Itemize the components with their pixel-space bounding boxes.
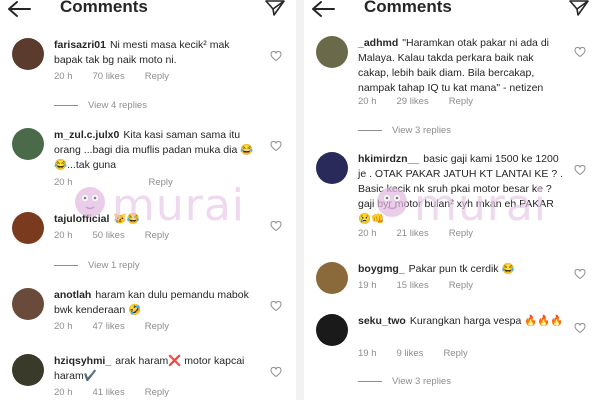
comment-body: hkimirdzn__ basic gaji kami 1500 ke 1200 … xyxy=(358,152,563,227)
comment-username[interactable]: m_zul.c.julx0 xyxy=(54,129,119,141)
avatar[interactable] xyxy=(12,354,44,386)
comments-header: Comments xyxy=(304,0,600,22)
comment-body: m_zul.c.julx0 Kita kasi saman sama itu or… xyxy=(54,128,259,173)
comment-likes[interactable]: 41 likes xyxy=(93,387,125,398)
comment-text: 😿😂 xyxy=(113,213,140,225)
panel-divider xyxy=(296,0,304,400)
comment-body: _adhmd "Haramkan otak pakar ni ada di Mal… xyxy=(358,36,563,96)
comment-likes[interactable]: 9 likes xyxy=(397,348,424,359)
comment-time: 19 h xyxy=(358,280,377,291)
heart-icon[interactable] xyxy=(270,50,282,62)
reply-button[interactable]: Reply xyxy=(449,228,473,239)
comments-panel-left: Comments farisazri01 Ni mesti masa kecik²… xyxy=(0,0,296,400)
comment-time: 20 h xyxy=(358,228,377,239)
view-replies-button[interactable]: View 4 replies xyxy=(54,100,147,111)
heart-icon[interactable] xyxy=(574,46,586,58)
comment-username[interactable]: boygmg_ xyxy=(358,263,405,275)
heart-icon[interactable] xyxy=(574,164,586,176)
comment-likes[interactable]: 47 likes xyxy=(93,321,125,332)
comment-username[interactable]: tajulofficial xyxy=(54,213,109,225)
comment-meta: 20 h Reply xyxy=(54,177,193,188)
send-icon[interactable] xyxy=(264,0,286,17)
comment-text: Pakar pun tk cerdik 😂 xyxy=(408,263,515,275)
comments-panel-right: Comments _adhmd "Haramkan otak pakar ni a… xyxy=(304,0,600,400)
reply-button[interactable]: Reply xyxy=(145,230,169,241)
reply-button[interactable]: Reply xyxy=(145,71,169,82)
comment-meta: 20 h 21 likes Reply xyxy=(358,228,493,239)
comment-username[interactable]: hziqsyhmi_ xyxy=(54,355,111,367)
comment-likes[interactable]: 70 likes xyxy=(93,71,125,82)
comment-body: hziqsyhmi_ arak haram❌ motor kapcai haram… xyxy=(54,354,259,384)
comment-body: tajulofficial 😿😂 xyxy=(54,212,259,227)
comment-likes[interactable]: 21 likes xyxy=(397,228,429,239)
avatar[interactable] xyxy=(316,262,348,294)
comment-username[interactable]: _adhmd xyxy=(358,37,398,49)
comment-username[interactable]: hkimirdzn__ xyxy=(358,153,419,165)
comment-meta: 19 h 9 likes Reply xyxy=(358,348,488,359)
comment-meta: 20 h 50 likes Reply xyxy=(54,230,189,241)
back-arrow-icon[interactable] xyxy=(6,0,32,18)
comment-time: 20 h xyxy=(54,177,73,188)
avatar[interactable] xyxy=(12,38,44,70)
page-title: Comments xyxy=(60,0,148,16)
reply-button[interactable]: Reply xyxy=(449,280,473,291)
comment-time: 20 h xyxy=(54,321,73,332)
view-replies-button[interactable]: View 3 replies xyxy=(358,125,451,136)
avatar[interactable] xyxy=(316,36,348,68)
avatar[interactable] xyxy=(316,152,348,184)
comment-body: seku_two Kurangkan harga vespa 🔥🔥🔥 xyxy=(358,314,573,329)
comment-likes[interactable]: 15 likes xyxy=(397,280,429,291)
comment-time: 19 h xyxy=(358,348,377,359)
reply-button[interactable]: Reply xyxy=(145,387,169,398)
heart-icon[interactable] xyxy=(270,140,282,152)
reply-button[interactable]: Reply xyxy=(149,177,173,188)
heart-icon[interactable] xyxy=(574,322,586,334)
comment-text: Kurangkan harga vespa 🔥🔥🔥 xyxy=(409,315,564,327)
comment-body: boygmg_ Pakar pun tk cerdik 😂 xyxy=(358,262,563,277)
avatar[interactable] xyxy=(12,212,44,244)
comment-username[interactable]: seku_two xyxy=(358,315,406,327)
comments-header: Comments xyxy=(0,0,296,22)
comment-meta: 20 h 41 likes Reply xyxy=(54,387,189,398)
back-arrow-icon[interactable] xyxy=(310,0,336,18)
avatar[interactable] xyxy=(316,314,348,346)
avatar[interactable] xyxy=(12,288,44,320)
view-replies-button[interactable]: View 1 reply xyxy=(54,260,140,271)
comment-time: 20 h xyxy=(54,230,73,241)
reply-button[interactable]: Reply xyxy=(443,348,467,359)
comment-username[interactable]: farisazri01 xyxy=(54,39,106,51)
comment-time: 20 h xyxy=(54,71,73,82)
comment-likes[interactable]: 29 likes xyxy=(397,96,429,107)
comment-meta: 20 h 47 likes Reply xyxy=(54,321,189,332)
reply-button[interactable]: Reply xyxy=(449,96,473,107)
heart-icon[interactable] xyxy=(574,268,586,280)
comment-time: 20 h xyxy=(358,96,377,107)
comment-body: anotlah haram kan dulu pemandu mabok bwk … xyxy=(54,288,259,318)
heart-icon[interactable] xyxy=(270,366,282,378)
view-replies-button[interactable]: View 3 replies xyxy=(358,376,451,387)
comment-meta: 19 h 15 likes Reply xyxy=(358,280,493,291)
comment-meta: 20 h 29 likes Reply xyxy=(358,96,493,107)
comment-time: 20 h xyxy=(54,387,73,398)
comment-username[interactable]: anotlah xyxy=(54,289,91,301)
send-icon[interactable] xyxy=(568,0,590,17)
comment-likes[interactable]: 50 likes xyxy=(93,230,125,241)
page-title: Comments xyxy=(364,0,452,16)
heart-icon[interactable] xyxy=(270,300,282,312)
avatar[interactable] xyxy=(12,128,44,160)
comment-meta: 20 h 70 likes Reply xyxy=(54,71,189,82)
heart-icon[interactable] xyxy=(270,220,282,232)
comment-body: farisazri01 Ni mesti masa kecik² mak bapa… xyxy=(54,38,259,68)
reply-button[interactable]: Reply xyxy=(145,321,169,332)
